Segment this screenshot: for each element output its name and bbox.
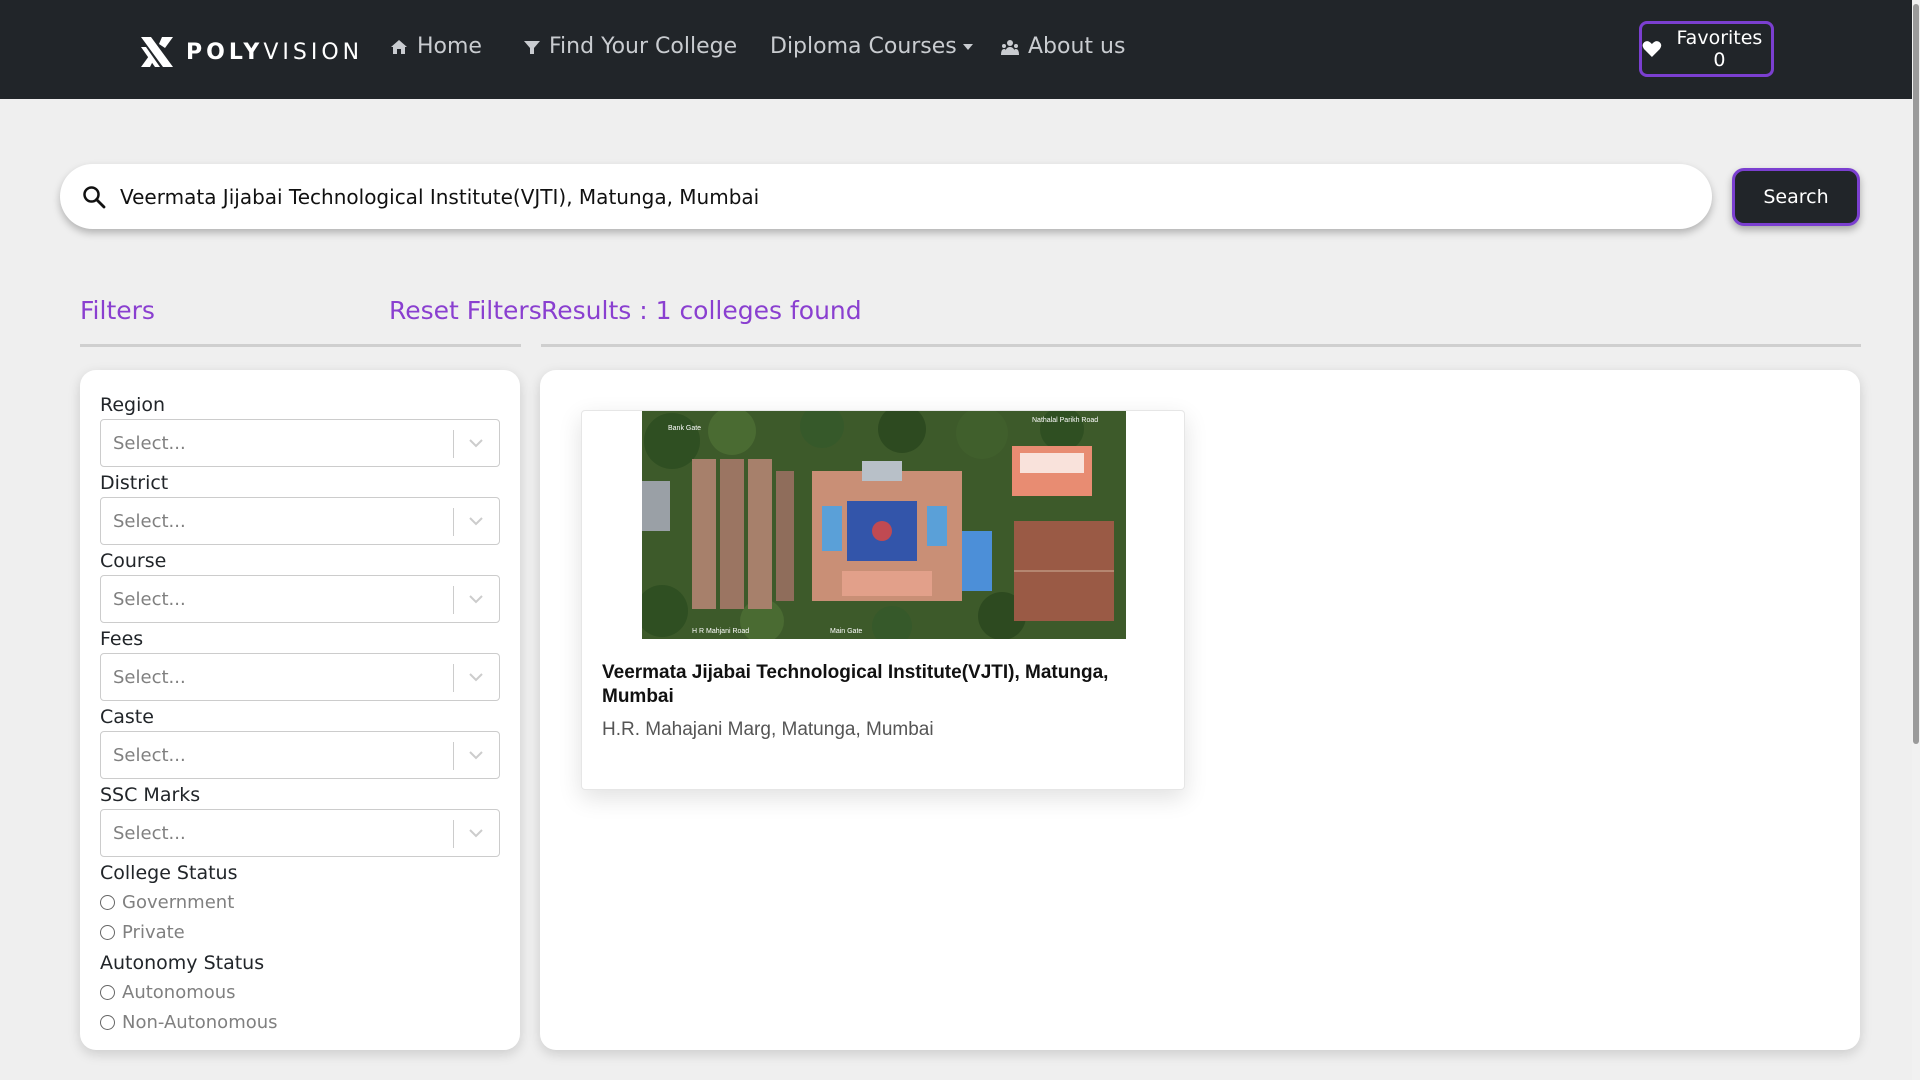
brand-link[interactable]: POLYVISION xyxy=(138,33,363,71)
ssc-marks-select[interactable]: Select... xyxy=(100,809,500,857)
image-label-road-top: Nathalal Parikh Road xyxy=(1032,417,1099,424)
radio-circle[interactable] xyxy=(100,1015,115,1030)
favorites-label: Favorites 0 xyxy=(1676,27,1763,71)
radio-autonomous-label: Autonomous xyxy=(122,982,236,1003)
college-name[interactable]: Veermata Jijabai Technological Institute… xyxy=(602,661,1162,709)
radio-non-autonomous[interactable]: Non-Autonomous xyxy=(100,1012,278,1033)
ssc-marks-placeholder: Select... xyxy=(113,823,186,844)
search-input[interactable] xyxy=(120,184,1640,209)
chevron-down-icon xyxy=(469,439,483,448)
chevron-down-icon xyxy=(469,673,483,682)
people-icon xyxy=(1001,39,1019,55)
caste-label: Caste xyxy=(100,706,154,728)
select-separator xyxy=(453,508,454,536)
select-separator xyxy=(453,664,454,692)
navbar: POLYVISION Home Find Your College Diplom… xyxy=(0,0,1920,99)
college-aerial-image: Bank Gate Nathalal Parikh Road H R Mahja… xyxy=(642,411,1126,639)
image-label-bank-gate: Bank Gate xyxy=(668,425,702,432)
select-separator xyxy=(453,820,454,848)
district-label: District xyxy=(100,472,169,494)
fees-select[interactable]: Select... xyxy=(100,653,500,701)
college-status-label: College Status xyxy=(100,862,238,884)
select-separator xyxy=(453,430,454,458)
chevron-down-icon xyxy=(469,751,483,760)
region-placeholder: Select... xyxy=(113,433,186,454)
radio-non-autonomous-label: Non-Autonomous xyxy=(122,1012,278,1033)
chevron-down-icon xyxy=(469,829,483,838)
filters-title: Filters xyxy=(80,296,155,325)
nav-about[interactable]: About us xyxy=(1000,34,1125,59)
radio-circle[interactable] xyxy=(100,925,115,940)
radio-private-label: Private xyxy=(122,922,185,943)
region-select[interactable]: Select... xyxy=(100,419,500,467)
filter-panel: Region Select... District Select... Cour… xyxy=(80,370,520,1050)
caste-select[interactable]: Select... xyxy=(100,731,500,779)
filter-icon xyxy=(524,40,540,54)
fees-label: Fees xyxy=(100,628,144,650)
nav-diploma-courses-label: Diploma Courses xyxy=(770,34,957,59)
radio-circle[interactable] xyxy=(100,895,115,910)
fees-placeholder: Select... xyxy=(113,667,186,688)
scrollbar-thumb[interactable] xyxy=(1913,4,1919,744)
image-label-main-gate: Main Gate xyxy=(830,628,863,635)
reset-filters-link[interactable]: Reset Filters xyxy=(389,296,542,325)
district-placeholder: Select... xyxy=(113,511,186,532)
region-label: Region xyxy=(100,394,166,416)
chevron-down-icon xyxy=(469,517,483,526)
results-header: Results : 1 colleges found xyxy=(541,296,862,325)
college-card[interactable]: Bank Gate Nathalal Parikh Road H R Mahja… xyxy=(581,410,1185,790)
nav-find-college-label: Find Your College xyxy=(549,34,738,59)
nav-diploma-courses-dropdown[interactable]: Diploma Courses xyxy=(770,34,973,59)
select-separator xyxy=(453,586,454,614)
caste-placeholder: Select... xyxy=(113,745,186,766)
filters-divider xyxy=(80,344,521,347)
nav-home-label: Home xyxy=(417,34,482,59)
course-label: Course xyxy=(100,550,167,572)
college-address: H.R. Mahajani Marg, Matunga, Mumbai xyxy=(602,719,934,740)
home-icon xyxy=(391,39,407,54)
search-bar xyxy=(60,164,1712,229)
ssc-marks-label: SSC Marks xyxy=(100,784,201,806)
results-panel: Bank Gate Nathalal Parikh Road H R Mahja… xyxy=(540,370,1860,1050)
search-button[interactable]: Search xyxy=(1732,168,1860,226)
favorites-button[interactable]: Favorites 0 xyxy=(1639,21,1774,77)
course-select[interactable]: Select... xyxy=(100,575,500,623)
search-icon xyxy=(83,185,106,208)
autonomy-status-label: Autonomy Status xyxy=(100,952,265,974)
radio-autonomous[interactable]: Autonomous xyxy=(100,982,236,1003)
caret-down-icon xyxy=(962,43,973,50)
nav-about-label: About us xyxy=(1028,34,1126,59)
brand-name: POLYVISION xyxy=(186,39,364,65)
radio-government[interactable]: Government xyxy=(100,892,234,913)
page-scrollbar[interactable] xyxy=(1912,0,1920,1080)
nav-find-college[interactable]: Find Your College xyxy=(523,34,737,59)
radio-private[interactable]: Private xyxy=(100,922,185,943)
course-placeholder: Select... xyxy=(113,589,186,610)
radio-circle[interactable] xyxy=(100,985,115,1000)
select-separator xyxy=(453,742,454,770)
chevron-down-icon xyxy=(469,595,483,604)
district-select[interactable]: Select... xyxy=(100,497,500,545)
image-label-road-bottom: H R Mahjani Road xyxy=(692,628,750,635)
nav-home[interactable]: Home xyxy=(389,34,482,59)
polyvision-logo-icon xyxy=(141,37,173,67)
heart-icon xyxy=(1642,41,1662,57)
radio-government-label: Government xyxy=(122,892,235,913)
results-divider xyxy=(541,344,1861,347)
